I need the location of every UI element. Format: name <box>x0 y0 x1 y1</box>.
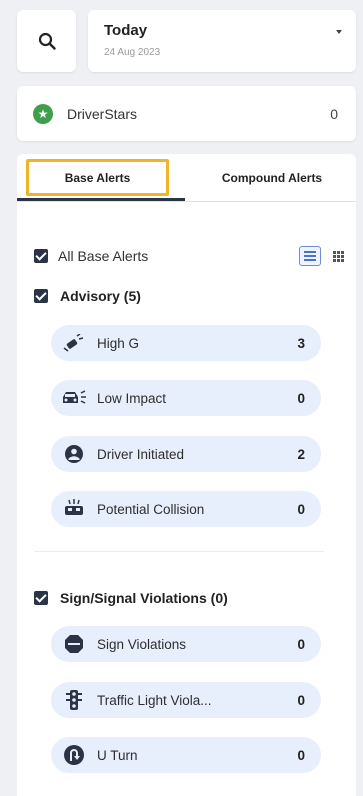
alert-item-high-g[interactable]: High G 3 <box>51 325 321 361</box>
date-range-select[interactable]: Today 24 Aug 2023 <box>88 10 356 72</box>
alert-item-label: U Turn <box>97 747 138 763</box>
alert-item-label: Potential Collision <box>97 501 205 517</box>
tab-base-alerts[interactable]: Base Alerts <box>26 159 169 196</box>
all-base-alerts-label: All Base Alerts <box>58 248 149 264</box>
alert-item-u-turn[interactable]: U Turn 0 <box>51 737 321 773</box>
high-g-icon <box>61 334 87 352</box>
stop-sign-icon <box>61 634 87 654</box>
u-turn-icon <box>61 744 87 766</box>
star-icon: ★ <box>33 103 53 124</box>
active-tab-indicator <box>17 198 185 201</box>
group-sign-signal: Sign/Signal Violations (0) <box>34 590 228 606</box>
sign-signal-checkbox[interactable] <box>34 591 48 605</box>
traffic-light-icon <box>61 689 87 711</box>
alert-item-count: 0 <box>297 636 305 652</box>
tab-compound-alerts[interactable]: Compound Alerts <box>197 159 347 196</box>
search-button[interactable] <box>17 10 76 72</box>
potential-collision-icon <box>61 499 87 519</box>
alert-item-label: Low Impact <box>97 390 167 406</box>
alert-item-sign-violations[interactable]: Sign Violations 0 <box>51 626 321 662</box>
group-advisory: Advisory (5) <box>34 288 141 304</box>
date-range-label: Today <box>104 22 148 39</box>
alert-item-potential-collision[interactable]: Potential Collision 0 <box>51 491 321 527</box>
search-icon <box>38 32 56 50</box>
alert-item-count: 2 <box>297 446 305 462</box>
driverstars-label: DriverStars <box>67 105 138 122</box>
alert-item-traffic-light[interactable]: Traffic Light Viola... 0 <box>51 682 321 718</box>
chevron-down-icon <box>336 30 342 34</box>
driverstars-count: 0 <box>330 105 338 122</box>
alert-item-count: 0 <box>297 692 305 708</box>
alert-item-label: High G <box>97 335 140 351</box>
group-title: Advisory (5) <box>60 288 141 304</box>
alerts-panel: Base Alerts Compound Alerts All Base Ale… <box>17 154 356 796</box>
date-range-sub: 24 Aug 2023 <box>104 47 161 58</box>
low-impact-icon <box>61 389 87 407</box>
alert-item-count: 3 <box>297 335 305 351</box>
alert-item-driver-initiated[interactable]: Driver Initiated 2 <box>51 436 321 472</box>
alert-item-label: Sign Violations <box>97 636 187 652</box>
alert-item-low-impact[interactable]: Low Impact 0 <box>51 380 321 416</box>
alert-item-label: Driver Initiated <box>97 446 185 462</box>
header-controls: Today 24 Aug 2023 <box>17 10 356 72</box>
alert-item-count: 0 <box>297 390 305 406</box>
list-view-icon[interactable] <box>299 246 321 266</box>
all-base-alerts-row: All Base Alerts <box>34 246 344 266</box>
alert-tabs: Base Alerts Compound Alerts <box>17 154 356 202</box>
advisory-checkbox[interactable] <box>34 289 48 303</box>
all-base-alerts-checkbox[interactable] <box>34 249 48 263</box>
group-divider <box>34 551 324 552</box>
alert-item-label: Traffic Light Viola... <box>97 692 212 708</box>
driverstars-row[interactable]: ★ DriverStars 0 <box>17 86 356 141</box>
alert-item-count: 0 <box>297 501 305 517</box>
driver-initiated-icon <box>61 444 87 464</box>
grid-view-icon[interactable] <box>333 250 344 262</box>
group-title: Sign/Signal Violations (0) <box>60 590 228 606</box>
alert-item-count: 0 <box>297 747 305 763</box>
